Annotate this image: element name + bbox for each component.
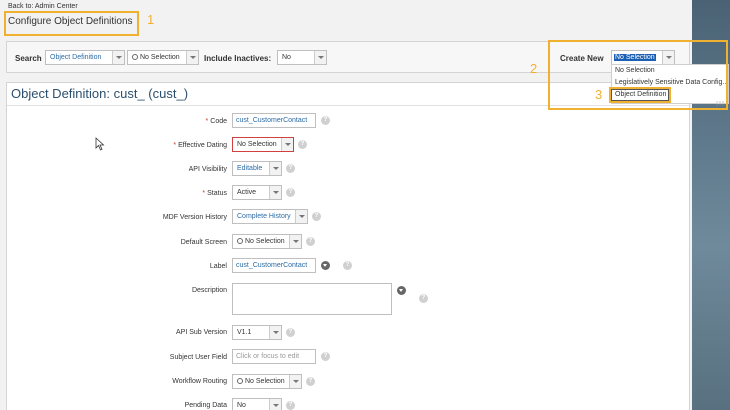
- required-marker: *: [202, 190, 206, 197]
- translate-icon[interactable]: [397, 286, 406, 295]
- status-select[interactable]: Active: [232, 185, 282, 200]
- chevron-down-icon[interactable]: [289, 235, 301, 248]
- help-icon[interactable]: ?: [321, 116, 330, 125]
- help-icon[interactable]: ?: [312, 212, 321, 221]
- search-icon: [237, 238, 243, 244]
- description-textarea[interactable]: [232, 283, 392, 315]
- chevron-down-icon[interactable]: [186, 51, 198, 64]
- status-label-text: Status: [207, 190, 227, 197]
- include-inactives-value: No: [282, 54, 291, 61]
- label-input[interactable]: cust_CustomerContact: [232, 258, 316, 273]
- effective-dating-value: No Selection: [237, 141, 277, 148]
- label-value: cust_CustomerContact: [236, 262, 308, 269]
- chevron-down-icon[interactable]: [289, 375, 301, 388]
- code-label-text: Code: [210, 118, 227, 125]
- label-field-label: Label: [209, 263, 227, 270]
- callout-number-1: 1: [147, 12, 155, 27]
- help-icon[interactable]: ?: [321, 352, 330, 361]
- workflow-routing-label: Workflow Routing: [172, 378, 227, 385]
- description-label: Description: [191, 287, 227, 294]
- help-icon[interactable]: ?: [286, 401, 295, 410]
- help-icon[interactable]: ?: [419, 294, 428, 303]
- effective-dating-select[interactable]: No Selection: [232, 137, 294, 152]
- mdf-version-history-select[interactable]: Complete History: [232, 209, 308, 224]
- search-icon: [237, 378, 243, 384]
- help-icon[interactable]: ?: [298, 140, 307, 149]
- pending-data-select[interactable]: No: [232, 398, 282, 410]
- subject-user-field-placeholder: Click or focus to edit: [236, 353, 300, 360]
- status-value: Active: [237, 189, 257, 196]
- required-marker: *: [173, 142, 177, 149]
- chevron-down-icon[interactable]: [269, 399, 281, 410]
- api-visibility-value: Editable: [237, 165, 263, 172]
- search-value: No Selection: [140, 54, 180, 61]
- help-icon[interactable]: ?: [306, 237, 315, 246]
- help-icon[interactable]: ?: [343, 261, 352, 270]
- required-marker: *: [205, 118, 209, 125]
- pending-data-label: Pending Data: [184, 402, 227, 409]
- panel-title: Object Definition: cust_ (cust_): [11, 86, 189, 101]
- search-type-select[interactable]: Object Definition: [45, 50, 125, 65]
- chevron-down-icon[interactable]: [295, 210, 307, 223]
- chevron-down-icon[interactable]: [269, 186, 281, 199]
- search-icon: [132, 54, 138, 60]
- effective-dating-label: * Effective Dating: [87, 142, 227, 149]
- callout-box-1: [4, 11, 139, 36]
- default-screen-label: Default Screen: [180, 239, 227, 246]
- code-input[interactable]: cust_CustomerContact: [232, 113, 316, 128]
- code-label: * Code: [87, 118, 227, 125]
- subject-user-field-input[interactable]: Click or focus to edit: [232, 349, 316, 364]
- callout-number-2: 2: [530, 61, 538, 76]
- mdf-version-history-label: MDF Version History: [162, 214, 227, 221]
- effective-dating-label-text: Effective Dating: [178, 142, 227, 149]
- subject-user-field-label: Subject User Field: [169, 354, 227, 361]
- translate-icon[interactable]: [321, 261, 330, 270]
- include-inactives-label: Include Inactives:: [204, 54, 272, 63]
- search-type-value: Object Definition: [50, 54, 102, 61]
- callout-number-3: 3: [595, 87, 603, 102]
- status-label: * Status: [87, 190, 227, 197]
- chevron-down-icon[interactable]: [269, 326, 281, 339]
- back-link[interactable]: Back to: Admin Center: [8, 3, 78, 10]
- api-sub-version-label: API Sub Version: [176, 329, 227, 336]
- help-icon[interactable]: ?: [306, 377, 315, 386]
- search-label: Search: [15, 54, 42, 63]
- chevron-down-icon[interactable]: [269, 162, 281, 175]
- chevron-down-icon[interactable]: [281, 138, 293, 151]
- callout-box-3: [609, 87, 671, 103]
- api-visibility-label: API Visibility: [188, 166, 227, 173]
- help-icon[interactable]: ?: [286, 328, 295, 337]
- default-screen-value: No Selection: [245, 238, 285, 245]
- help-icon[interactable]: ?: [286, 188, 295, 197]
- chevron-down-icon[interactable]: [314, 51, 326, 64]
- search-value-select[interactable]: No Selection: [127, 50, 199, 65]
- code-value: cust_CustomerContact: [236, 117, 308, 124]
- workflow-routing-select[interactable]: No Selection: [232, 374, 302, 389]
- api-visibility-select[interactable]: Editable: [232, 161, 282, 176]
- chevron-down-icon[interactable]: [112, 51, 124, 64]
- api-sub-version-value: V1.1: [237, 329, 252, 336]
- workflow-routing-value: No Selection: [245, 378, 285, 385]
- default-screen-select[interactable]: No Selection: [232, 234, 302, 249]
- help-icon[interactable]: ?: [286, 164, 295, 173]
- api-sub-version-select[interactable]: V1.1: [232, 325, 282, 340]
- pending-data-value: No: [237, 402, 246, 409]
- mdf-version-history-value: Complete History: [237, 213, 291, 220]
- include-inactives-select[interactable]: No: [277, 50, 327, 65]
